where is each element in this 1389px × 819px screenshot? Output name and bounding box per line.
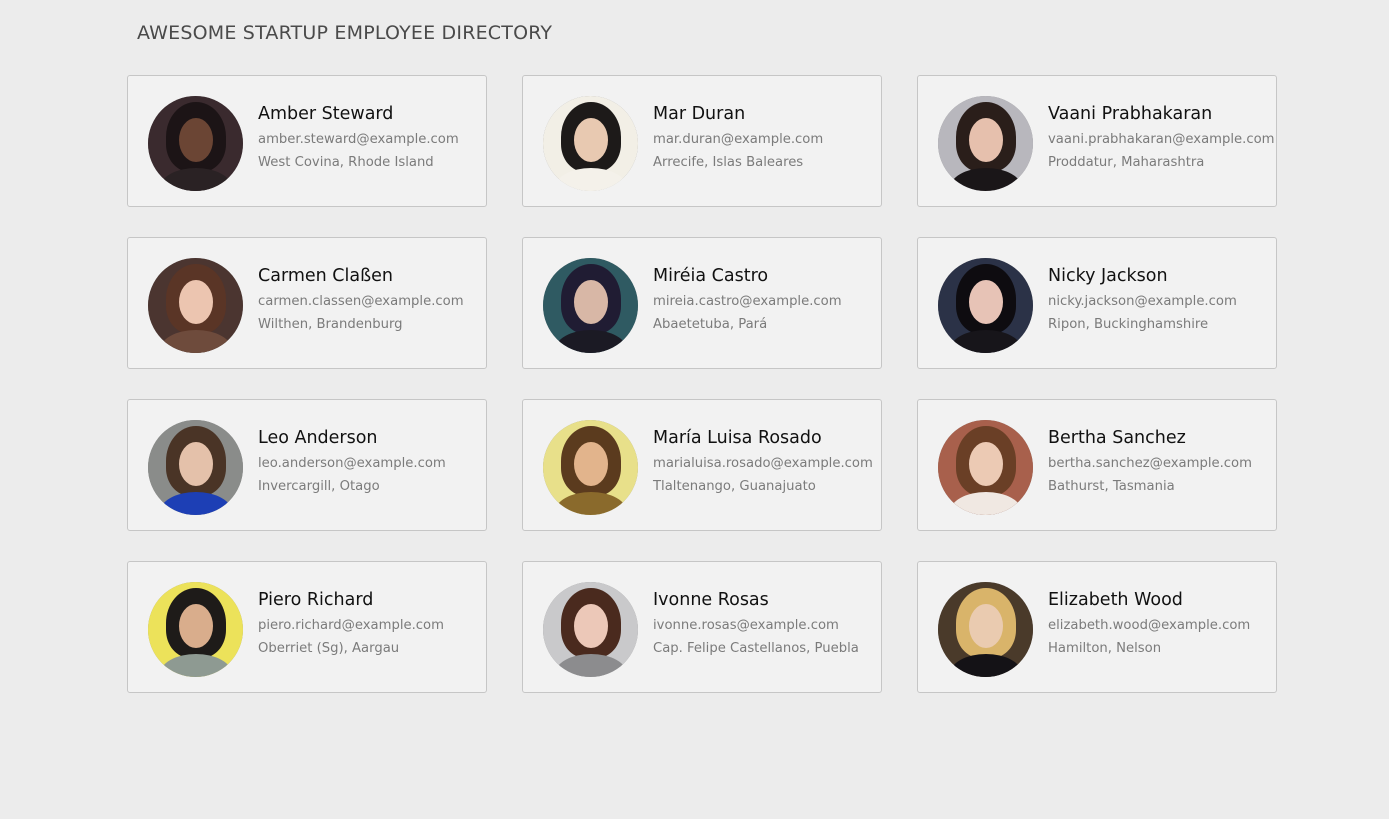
employee-email: carmen.classen@example.com [258, 294, 464, 309]
employee-avatar [148, 420, 243, 515]
employee-location: Wilthen, Brandenburg [258, 317, 403, 333]
employee-location: West Covina, Rhode Island [258, 155, 434, 171]
employee-avatar [543, 96, 638, 191]
employee-info: Elizabeth Wood elizabeth.wood@example.co… [1048, 590, 1272, 655]
employee-avatar [543, 420, 638, 515]
employee-card[interactable]: Bertha Sanchez bertha.sanchez@example.co… [917, 399, 1277, 531]
employee-name: Nicky Jackson [1048, 266, 1168, 286]
employee-location: Bathurst, Tasmania [1048, 479, 1175, 495]
employee-info: Vaani Prabhakaran vaani.prabhakaran@exam… [1048, 104, 1275, 171]
employee-location: Invercargill, Otago [258, 479, 380, 495]
employee-email: bertha.sanchez@example.com [1048, 456, 1252, 471]
employee-name: Piero Richard [258, 590, 374, 610]
employee-email: mar.duran@example.com [653, 132, 824, 147]
employee-card[interactable]: Miréia Castro mireia.castro@example.com … [522, 237, 882, 369]
employee-avatar [148, 96, 243, 191]
employee-card[interactable]: María Luisa Rosado marialuisa.rosado@exa… [522, 399, 882, 531]
employee-location: Tlaltenango, Guanajuato [653, 479, 816, 495]
employee-avatar [938, 258, 1033, 353]
employee-email: piero.richard@example.com [258, 618, 444, 633]
employee-email: ivonne.rosas@example.com [653, 618, 839, 633]
employee-info: Amber Steward amber.steward@example.com … [258, 104, 482, 169]
employee-location: Ripon, Buckinghamshire [1048, 317, 1209, 333]
employee-card[interactable]: Vaani Prabhakaran vaani.prabhakaran@exam… [917, 75, 1277, 207]
employee-location: Cap. Felipe Castellanos, Puebla [653, 641, 859, 657]
employee-name: Miréia Castro [653, 266, 769, 286]
employee-location: Abaetetuba, Pará [653, 317, 768, 333]
employee-info: Ivonne Rosas ivonne.rosas@example.com Ca… [653, 590, 877, 655]
employee-info: Carmen Claßen carmen.classen@example.com… [258, 266, 482, 331]
employee-name: Mar Duran [653, 104, 746, 124]
employee-info: María Luisa Rosado marialuisa.rosado@exa… [653, 428, 877, 493]
employee-name: Carmen Claßen [258, 266, 393, 286]
employee-name: Amber Steward [258, 104, 394, 124]
employee-avatar [148, 258, 243, 353]
employee-name: Leo Anderson [258, 428, 378, 448]
employee-email: vaani.prabhakaran@example.com [1048, 132, 1275, 147]
employee-email: mireia.castro@example.com [653, 294, 842, 309]
employee-location: Arrecife, Islas Baleares [653, 155, 804, 171]
employee-card[interactable]: Elizabeth Wood elizabeth.wood@example.co… [917, 561, 1277, 693]
employee-card[interactable]: Piero Richard piero.richard@example.com … [127, 561, 487, 693]
employee-avatar [543, 258, 638, 353]
employee-card[interactable]: Leo Anderson leo.anderson@example.com In… [127, 399, 487, 531]
employee-location: Hamilton, Nelson [1048, 641, 1162, 657]
employee-name: Elizabeth Wood [1048, 590, 1183, 610]
employee-email: amber.steward@example.com [258, 132, 459, 147]
employee-name: María Luisa Rosado [653, 428, 822, 448]
employee-avatar [938, 96, 1033, 191]
employee-name: Vaani Prabhakaran [1048, 104, 1213, 124]
employee-info: Nicky Jackson nicky.jackson@example.com … [1048, 266, 1272, 331]
employee-email: marialuisa.rosado@example.com [653, 456, 873, 471]
employee-name: Bertha Sanchez [1048, 428, 1186, 448]
employee-name: Ivonne Rosas [653, 590, 769, 610]
employee-info: Mar Duran mar.duran@example.com Arrecife… [653, 104, 877, 169]
employee-info: Piero Richard piero.richard@example.com … [258, 590, 482, 655]
employee-info: Miréia Castro mireia.castro@example.com … [653, 266, 877, 331]
employee-card[interactable]: Carmen Claßen carmen.classen@example.com… [127, 237, 487, 369]
employee-card[interactable]: Amber Steward amber.steward@example.com … [127, 75, 487, 207]
employee-location: Proddatur, Maharashtra [1048, 155, 1205, 171]
employee-card[interactable]: Nicky Jackson nicky.jackson@example.com … [917, 237, 1277, 369]
employee-avatar [543, 582, 638, 677]
employee-avatar [938, 582, 1033, 677]
employee-avatar [148, 582, 243, 677]
employee-email: nicky.jackson@example.com [1048, 294, 1237, 309]
employee-info: Leo Anderson leo.anderson@example.com In… [258, 428, 482, 493]
employee-card[interactable]: Ivonne Rosas ivonne.rosas@example.com Ca… [522, 561, 882, 693]
employee-grid: Amber Steward amber.steward@example.com … [127, 75, 1277, 693]
employee-location: Oberriet (Sg), Aargau [258, 641, 400, 657]
employee-info: Bertha Sanchez bertha.sanchez@example.co… [1048, 428, 1272, 493]
employee-card[interactable]: Mar Duran mar.duran@example.com Arrecife… [522, 75, 882, 207]
employee-email: elizabeth.wood@example.com [1048, 618, 1251, 633]
page-title: AWESOME STARTUP EMPLOYEE DIRECTORY [137, 22, 553, 44]
employee-email: leo.anderson@example.com [258, 456, 446, 471]
employee-avatar [938, 420, 1033, 515]
